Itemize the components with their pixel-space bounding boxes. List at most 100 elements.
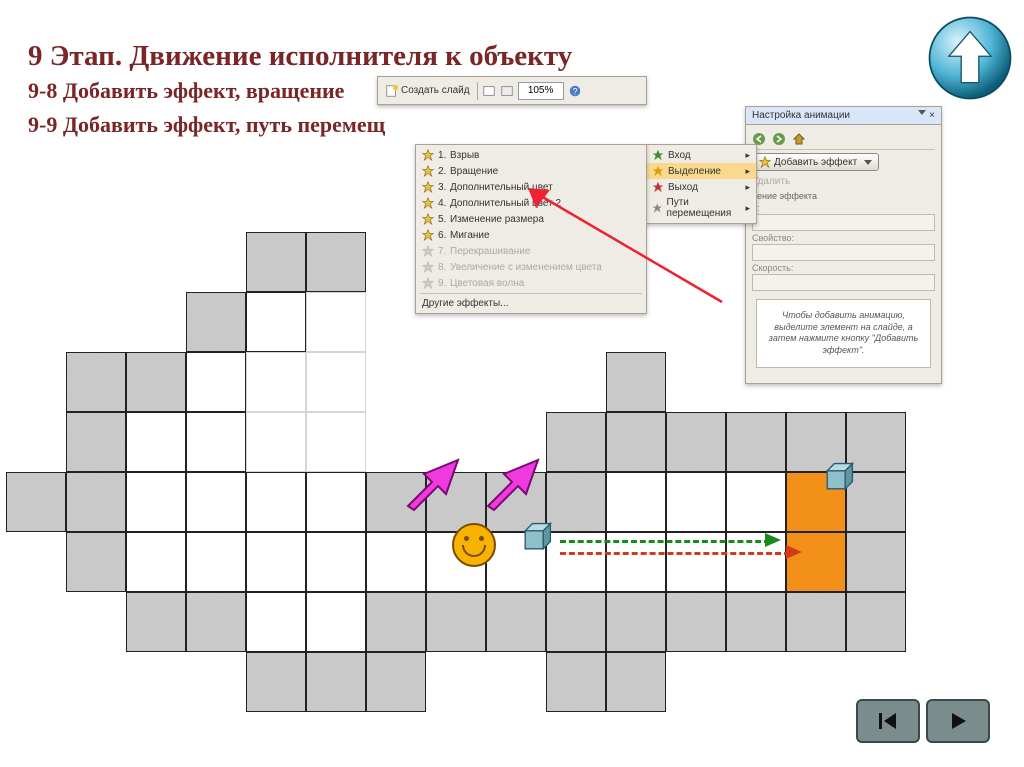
help-icon[interactable]: ? [568, 84, 582, 98]
effect-item[interactable]: 5.Изменение размера [416, 211, 646, 227]
toolbar-separator [477, 82, 478, 100]
wall-cell [546, 472, 606, 532]
wall-cell [666, 592, 726, 652]
effect-item[interactable]: 1.Взрыв [416, 147, 646, 163]
home-icon[interactable] [792, 132, 806, 146]
flyout-item[interactable]: Пути перемещения▸ [646, 195, 756, 221]
wall-cell [606, 352, 666, 412]
slide-title: 9 Этап. Движение исполнителя к объекту [28, 40, 572, 72]
path-red-arrowhead [786, 542, 806, 562]
floor-cell [186, 412, 246, 472]
slide-subtitle-2: 9-9 Добавить эффект, путь перемещ [28, 112, 385, 137]
flyout-item[interactable]: Выход▸ [646, 179, 756, 195]
path-green-arrowhead [765, 530, 785, 550]
start-label: о: [752, 203, 935, 213]
nav-next-button[interactable] [926, 699, 990, 743]
target-cell [786, 532, 846, 592]
wall-cell [426, 592, 486, 652]
floor-cell [306, 292, 366, 352]
floor-cell [126, 412, 186, 472]
toolbar-icon-b[interactable] [500, 84, 514, 98]
wall-cell [246, 652, 306, 712]
floor-cell [186, 352, 246, 412]
wall-cell [666, 412, 726, 472]
svg-text:?: ? [572, 86, 577, 96]
wall-cell [186, 292, 246, 352]
up-arrow-orb[interactable] [926, 14, 1014, 102]
pink-arrow-1 [398, 448, 468, 518]
floor-cell [306, 472, 366, 532]
floor-cell [726, 472, 786, 532]
floor-cell [246, 532, 306, 592]
wall-cell [546, 412, 606, 472]
cube-2 [820, 460, 856, 496]
smiley-icon [452, 523, 496, 567]
wall-cell [726, 412, 786, 472]
new-slide-label: Создать слайд [401, 85, 470, 96]
path-green [560, 540, 770, 543]
wall-cell [66, 352, 126, 412]
wall-cell [6, 472, 66, 532]
wall-cell [126, 352, 186, 412]
effect-item[interactable]: 4.Дополнительный цвет 2 [416, 195, 646, 211]
slide-subtitle-1: 9-8 Добавить эффект, вращение [28, 78, 344, 103]
wall-cell [606, 412, 666, 472]
powerpoint-toolbar: Создать слайд ? [377, 76, 647, 105]
effect-item[interactable]: 3.Дополнительный цвет [416, 179, 646, 195]
wall-cell [246, 232, 306, 292]
task-pane-close-icon[interactable]: × [929, 110, 935, 121]
wall-cell [366, 652, 426, 712]
wall-cell [726, 592, 786, 652]
zoom-input[interactable] [518, 82, 564, 100]
wall-cell [546, 652, 606, 712]
pink-arrow-2 [478, 448, 548, 518]
task-pane-dropdown-icon[interactable] [918, 110, 926, 115]
wall-cell [126, 592, 186, 652]
wall-cell [66, 532, 126, 592]
delete-label[interactable]: Удалить [752, 176, 790, 187]
wall-cell [546, 592, 606, 652]
toolbar-icon-a[interactable] [482, 84, 496, 98]
path-red [560, 552, 790, 555]
flyout-item[interactable]: Выделение▸ [646, 163, 756, 179]
nav-prev-button[interactable] [856, 699, 920, 743]
floor-cell [366, 532, 426, 592]
wall-cell [486, 592, 546, 652]
floor-cell [306, 592, 366, 652]
wall-cell [786, 592, 846, 652]
cube-1 [518, 520, 554, 556]
wall-cell [606, 592, 666, 652]
floor-cell [306, 352, 366, 412]
new-slide-icon [385, 84, 399, 98]
add-effect-label: Добавить эффект [774, 157, 857, 168]
task-pane-title: Настройка анимации [752, 110, 850, 121]
wall-cell [306, 652, 366, 712]
floor-cell [246, 592, 306, 652]
effect-category-menu: Вход▸Выделение▸Выход▸Пути перемещения▸ [645, 144, 757, 224]
add-effect-dropdown-icon [864, 160, 872, 165]
wall-cell [66, 472, 126, 532]
floor-cell [246, 472, 306, 532]
flyout-item[interactable]: Вход▸ [646, 147, 756, 163]
wall-cell [66, 412, 126, 472]
floor-cell [126, 532, 186, 592]
floor-cell [186, 532, 246, 592]
floor-cell [606, 472, 666, 532]
wall-cell [306, 232, 366, 292]
wall-cell [186, 592, 246, 652]
start-field[interactable] [752, 214, 935, 231]
wall-cell [846, 592, 906, 652]
floor-cell [306, 532, 366, 592]
floor-cell [306, 412, 366, 472]
floor-cell [186, 472, 246, 532]
wall-cell [366, 592, 426, 652]
floor-cell [246, 412, 306, 472]
add-effect-button[interactable]: Добавить эффект [752, 153, 879, 171]
wall-cell [606, 652, 666, 712]
floor-cell [126, 472, 186, 532]
floor-cell [246, 292, 306, 352]
effect-item[interactable]: 2.Вращение [416, 163, 646, 179]
forward-icon[interactable] [772, 132, 786, 146]
floor-cell [666, 472, 726, 532]
new-slide-button[interactable]: Создать слайд [382, 82, 473, 100]
